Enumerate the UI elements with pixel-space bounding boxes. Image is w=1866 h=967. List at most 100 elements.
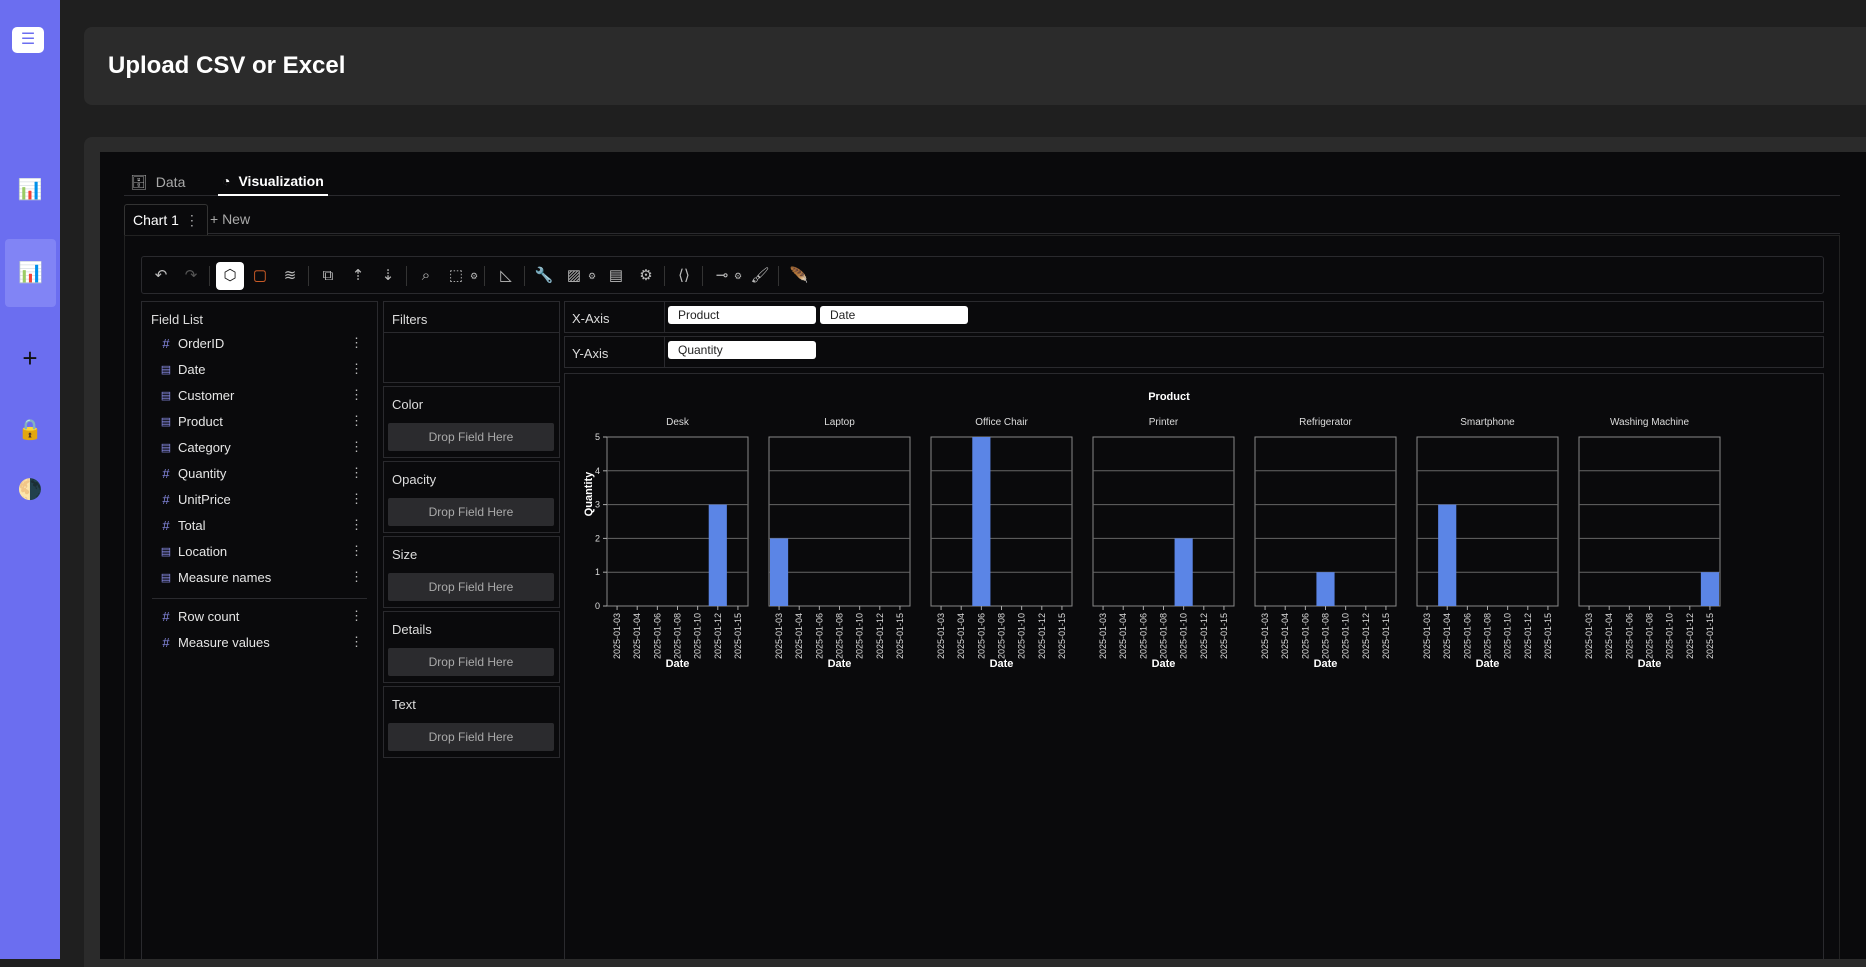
field-item[interactable]: # Total ⋮ [160,514,363,536]
bar [1316,572,1335,606]
field-item[interactable]: ▤ Product ⋮ [160,410,363,432]
layers-icon[interactable]: ≋ [276,262,304,290]
opacity-title: Opacity [392,472,437,487]
x-tick-label: 2025-01-03 [1422,613,1432,659]
field-item[interactable]: # Row count ⋮ [160,605,363,627]
opacity-drop-zone[interactable]: Drop Field Here [388,498,554,526]
more-icon[interactable]: ⋮ [350,608,363,624]
x-tick-label: 2025-01-04 [956,613,966,659]
more-icon[interactable]: ⋮ [350,465,363,481]
y-tick-label: 1 [595,567,600,577]
x-tick-label: 2025-01-06 [1462,613,1472,659]
more-icon[interactable]: ⋮ [350,413,363,429]
field-name: Category [178,439,231,455]
more-icon[interactable]: ⋮ [350,543,363,559]
brush-icon[interactable]: 🖌 [746,262,774,290]
text-shelf: Text Drop Field Here [383,686,560,758]
resize-icon[interactable]: ⬚ [442,262,470,290]
facet-label: Desk [666,417,690,428]
sort-descending-icon[interactable]: ⇣ [374,262,402,290]
image-icon[interactable]: ▨ [560,262,588,290]
field-item[interactable]: # UnitPrice ⋮ [160,488,363,510]
gear-icon[interactable]: ⚙ [588,262,596,290]
painter-icon[interactable]: 🪶 [785,262,813,290]
x-tick-label: 2025-01-06 [1138,613,1148,659]
menu-icon[interactable]: ☰ [12,27,44,53]
gear-icon[interactable]: ⚙ [470,262,478,290]
more-icon[interactable]: ⋮ [350,361,363,377]
text-drop-zone[interactable]: Drop Field Here [388,723,554,751]
x-tick-label: 2025-01-10 [1665,613,1675,659]
bar [1700,572,1719,606]
x-tick-label: 2025-01-08 [673,613,683,659]
field-item[interactable]: ▤ Location ⋮ [160,540,363,562]
more-icon[interactable]: ⋮ [185,212,199,229]
number-field-icon: # [162,491,170,507]
lock-icon[interactable]: 🔒 [10,410,50,450]
table-icon[interactable]: ▤ [602,262,630,290]
y-axis-shelf[interactable]: Y-Axis Quantity [564,336,1824,368]
more-icon[interactable]: ⋮ [350,517,363,533]
axes-icon[interactable]: ◺ [492,262,520,290]
bar [972,437,991,606]
field-item[interactable]: # OrderID ⋮ [160,332,363,354]
theme-icon[interactable]: 🌗 [10,470,50,510]
undo-icon[interactable]: ↶ [147,262,175,290]
more-icon[interactable]: ⋮ [350,569,363,585]
tab-visualization[interactable]: ◔ Visualization [218,168,328,196]
filters-shelf[interactable]: Filters [383,301,560,383]
field-item[interactable]: # Quantity ⋮ [160,462,363,484]
bar-chart-icon[interactable]: 📊 [10,170,50,210]
facet-label: Refrigerator [1299,417,1352,428]
bar [770,538,789,606]
chart-tab[interactable]: Chart 1 ⋮ [124,204,208,235]
chart-title: Product [1148,391,1190,403]
settings-icon[interactable]: ⚙ [632,262,660,290]
mark-type-icon[interactable]: ▢ [246,262,274,290]
x-axis-shelf[interactable]: X-Axis Product Date [564,301,1824,333]
y-axis-label: Y-Axis [572,346,609,361]
x-tick-label: 2025-01-08 [1321,613,1331,659]
more-icon[interactable]: ⋮ [350,335,363,351]
x-field-pill[interactable]: Product [668,306,816,324]
code-icon[interactable]: ⟨⟩ [670,262,698,290]
x-tick-label: 2025-01-04 [1118,613,1128,659]
redo-icon[interactable]: ↷ [177,262,205,290]
transpose-icon[interactable]: ⧉ [314,262,342,290]
size-drop-zone[interactable]: Drop Field Here [388,573,554,601]
text-field-icon: ▤ [160,545,172,558]
plus-icon[interactable]: + [10,338,50,378]
x-field-pill[interactable]: Date [820,306,968,324]
gear-icon[interactable]: ⚙ [734,262,742,290]
details-drop-zone[interactable]: Drop Field Here [388,648,554,676]
cube-icon[interactable]: ⬡ [216,262,244,290]
size-shelf: Size Drop Field Here [383,536,560,608]
field-item[interactable]: ▤ Date ⋮ [160,358,363,380]
color-drop-zone[interactable]: Drop Field Here [388,423,554,451]
field-item[interactable]: ▤ Measure names ⋮ [160,566,363,588]
bar-chart-icon[interactable]: 📊 [5,239,56,307]
commit-icon[interactable]: ⊸ [708,262,736,290]
wrench-icon[interactable]: 🔧 [530,262,558,290]
more-icon[interactable]: ⋮ [350,439,363,455]
sort-ascending-icon[interactable]: ⇡ [344,262,372,290]
field-item[interactable]: ▤ Category ⋮ [160,436,363,458]
bar [1174,538,1193,606]
zoom-icon[interactable]: ⌕ [412,262,440,290]
field-name: Quantity [178,465,227,481]
page-title: Upload CSV or Excel [108,52,346,79]
more-icon[interactable]: ⋮ [350,491,363,507]
more-icon[interactable]: ⋮ [350,634,363,650]
tab-label: Data [155,174,186,190]
new-chart-button[interactable]: + New [210,211,250,227]
x-tick-label: 2025-01-03 [774,613,784,659]
field-item[interactable]: ▤ Customer ⋮ [160,384,363,406]
x-tick-label: 2025-01-06 [1624,613,1634,659]
y-field-pill[interactable]: Quantity [668,341,816,359]
x-tick-label: 2025-01-04 [794,613,804,659]
x-tick-label: 2025-01-06 [976,613,986,659]
tab-data[interactable]: 🗄 Data [130,168,185,196]
field-item[interactable]: # Measure values ⋮ [160,631,363,653]
more-icon[interactable]: ⋮ [350,387,363,403]
number-field-icon: # [162,517,170,533]
